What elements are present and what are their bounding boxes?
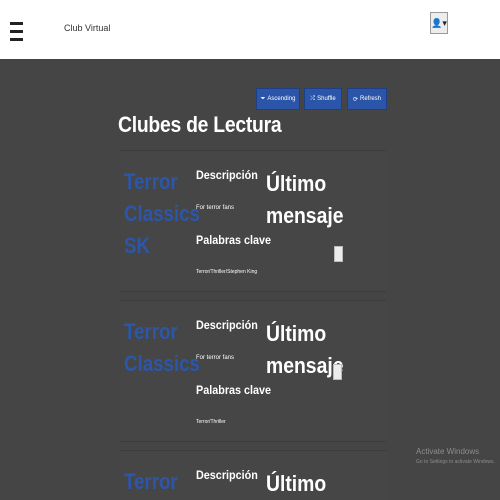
shuffle-label: Shuffle — [317, 96, 336, 102]
last-message-button[interactable] — [333, 364, 342, 380]
keywords-value: Terror/Thriller — [196, 419, 226, 425]
club-card: Terror Classics Descripción For terror f… — [121, 300, 386, 442]
shuffle-icon: ⤮ — [310, 95, 316, 102]
activate-windows-watermark: Activate Windows Go to Settings to activ… — [416, 447, 495, 465]
description-value: For terror fans — [196, 355, 235, 361]
keywords-label: Palabras clave — [196, 233, 272, 247]
description-value: For terror fans — [196, 205, 235, 211]
user-menu-button[interactable]: 👤▾ — [430, 12, 448, 34]
club-name-link[interactable]: Terror — [124, 466, 184, 498]
ascending-button[interactable]: ⏷ Ascending — [256, 88, 300, 110]
watermark-subtitle: Go to Settings to activate Windows. — [416, 459, 495, 465]
club-card: Terror Classics SK Descripción For terro… — [121, 150, 386, 292]
refresh-icon: ⟳ — [352, 96, 358, 103]
page-title: Clubes de Lectura — [118, 112, 282, 137]
description-label: Descripción — [196, 468, 258, 482]
brand-title[interactable]: Club Virtual — [64, 23, 110, 33]
club-name-link[interactable]: Terror Classics — [124, 316, 200, 380]
shuffle-button[interactable]: ⤮ Shuffle — [304, 88, 342, 110]
description-label: Descripción — [196, 168, 258, 182]
ascending-label: Ascending — [267, 96, 296, 102]
watermark-title: Activate Windows — [416, 447, 480, 456]
keywords-value: Terror/Thriller/Stephen King — [196, 269, 258, 275]
keywords-label: Palabras clave — [196, 383, 272, 397]
description-label: Descripción — [196, 318, 258, 332]
hamburger-icon[interactable] — [10, 22, 23, 42]
last-message-button[interactable] — [334, 246, 343, 262]
refresh-label: Refresh — [360, 96, 382, 102]
club-name-link[interactable]: Terror Classics SK — [124, 166, 200, 262]
top-navbar: Club Virtual 👤▾ — [0, 0, 500, 59]
sort-icon: ⏷ — [260, 95, 266, 102]
last-message-label: Último mensaje — [266, 171, 344, 228]
club-card: Terror Descripción Último — [121, 450, 386, 500]
last-message-label: Último — [266, 471, 327, 496]
refresh-button[interactable]: ⟳ Refresh — [347, 88, 387, 110]
